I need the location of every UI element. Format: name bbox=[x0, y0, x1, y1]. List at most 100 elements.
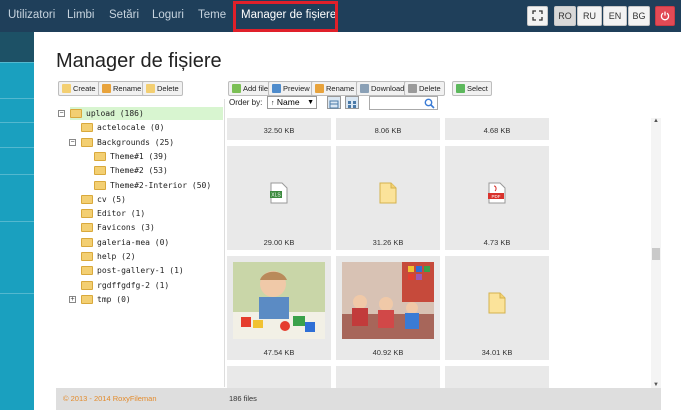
tree-folder-label: galeria-mea (0) bbox=[97, 237, 170, 247]
tree-folder-label: Theme#2-Interior (50) bbox=[110, 180, 212, 190]
create-label: Create bbox=[73, 84, 96, 93]
tree-folder-label: actelocale (0) bbox=[97, 123, 165, 133]
tree-folder-item[interactable]: Theme#2-Interior (50) bbox=[94, 179, 211, 192]
tree-folder-item[interactable]: help (2) bbox=[81, 250, 136, 263]
folder-icon bbox=[81, 237, 93, 247]
expand-plus-icon[interactable]: + bbox=[69, 295, 76, 303]
tree-folder-item[interactable]: Editor (1) bbox=[81, 207, 145, 220]
file-grid: 32.50 KB 8.06 KB 4.68 KB XLS 29.00 KB 31… bbox=[227, 118, 661, 388]
tree-folder-item[interactable]: galeria-mea (0) bbox=[81, 236, 169, 249]
preview-button[interactable]: Preview bbox=[268, 81, 314, 96]
add-file-icon bbox=[232, 84, 241, 93]
download-button[interactable]: Download bbox=[356, 81, 409, 96]
expand-button[interactable] bbox=[527, 6, 548, 26]
tree-folder-item[interactable]: Favicons (3) bbox=[81, 221, 155, 234]
document-file-icon bbox=[379, 182, 397, 204]
file-item[interactable]: 8.06 KB bbox=[336, 118, 440, 140]
file-item[interactable]: 47.54 KB bbox=[227, 256, 331, 360]
file-item[interactable]: 32.50 KB bbox=[227, 118, 331, 140]
footer: © 2013 - 2014 RoxyFileman 186 files bbox=[56, 388, 661, 410]
file-item[interactable]: 40.92 KB bbox=[336, 256, 440, 360]
collapse-minus-icon[interactable]: − bbox=[69, 138, 76, 146]
folder-icon bbox=[81, 137, 93, 147]
file-item[interactable]: 34.01 KB bbox=[445, 256, 549, 360]
file-item[interactable]: 31.26 KB bbox=[336, 146, 440, 250]
add-file-button[interactable]: Add file bbox=[228, 81, 273, 96]
file-size: 34.01 KB bbox=[481, 348, 513, 357]
nav-loguri[interactable]: Loguri bbox=[152, 0, 184, 32]
scroll-thumb[interactable] bbox=[652, 248, 660, 260]
file-item[interactable] bbox=[227, 366, 331, 388]
copyright-text: © 2013 - 2014 RoxyFileman bbox=[63, 394, 157, 403]
file-size: 29.00 KB bbox=[263, 238, 295, 247]
nav-setari[interactable]: Setări bbox=[109, 0, 139, 32]
expand-icon bbox=[532, 10, 543, 21]
chevron-down-icon: ▼ bbox=[307, 99, 314, 106]
photo-child-thumbnail bbox=[233, 262, 325, 339]
file-grid-scrollbar[interactable]: ▲ ▼ bbox=[651, 118, 661, 388]
select-label: Select bbox=[467, 84, 488, 93]
trash-icon bbox=[408, 84, 417, 93]
file-size: 8.06 KB bbox=[374, 126, 402, 135]
list-view-button[interactable] bbox=[327, 96, 341, 109]
tree-folder-item[interactable]: rgdffgdfg-2 (1) bbox=[81, 279, 169, 292]
delete-file-button[interactable]: Delete bbox=[404, 81, 445, 96]
folder-icon bbox=[94, 180, 106, 190]
nav-limbi[interactable]: Limbi bbox=[67, 0, 94, 32]
folder-icon bbox=[94, 151, 106, 161]
thumb-view-icon bbox=[348, 101, 356, 108]
delete-file-label: Delete bbox=[419, 84, 441, 93]
preview-label: Preview bbox=[283, 84, 310, 93]
tree-folder-item[interactable]: cv (5) bbox=[81, 193, 126, 206]
search-input[interactable] bbox=[369, 96, 438, 110]
lang-ru-button[interactable]: RU bbox=[577, 6, 602, 26]
tree-folder-item[interactable]: Theme#2 (53) bbox=[94, 164, 168, 177]
tree-folder-item[interactable]: post-gallery-1 (1) bbox=[81, 264, 184, 277]
tree-folder-label: Backgrounds (25) bbox=[97, 137, 175, 147]
tree-folder-item[interactable]: actelocale (0) bbox=[81, 121, 164, 134]
page-title: Manager de fișiere bbox=[56, 50, 222, 72]
file-item[interactable]: XLS 29.00 KB bbox=[227, 146, 331, 250]
file-count: 186 files bbox=[229, 394, 257, 403]
file-item[interactable] bbox=[445, 366, 549, 388]
preview-icon bbox=[272, 84, 281, 93]
folder-icon bbox=[81, 194, 93, 204]
list-view-icon bbox=[329, 100, 339, 109]
file-item[interactable]: PDF 4.73 KB bbox=[445, 146, 549, 250]
nav-teme[interactable]: Teme bbox=[198, 0, 226, 32]
nav-utilizatori[interactable]: Utilizatori bbox=[8, 0, 55, 32]
power-icon bbox=[660, 11, 670, 21]
tree-folder-item[interactable]: tmp (0) bbox=[81, 293, 131, 306]
file-item[interactable]: 4.68 KB bbox=[445, 118, 549, 140]
tree-folder-item[interactable]: Theme#1 (39) bbox=[94, 150, 168, 163]
select-button[interactable]: Select bbox=[452, 81, 492, 96]
file-item[interactable] bbox=[336, 366, 440, 388]
tree-folder-label: help (2) bbox=[97, 252, 136, 261]
xls-file-icon: XLS bbox=[270, 182, 288, 204]
order-by-select[interactable]: ↑ Name ▼ bbox=[267, 96, 317, 109]
create-folder-button[interactable]: Create bbox=[58, 81, 100, 96]
collapse-minus-icon[interactable]: − bbox=[58, 110, 65, 117]
lang-bg-button[interactable]: BG bbox=[628, 6, 650, 26]
rename-folder-button[interactable]: Rename bbox=[98, 81, 146, 96]
lang-en-button[interactable]: EN bbox=[603, 6, 627, 26]
file-size: 40.92 KB bbox=[372, 348, 404, 357]
delete-folder-button[interactable]: Delete bbox=[142, 81, 183, 96]
power-button[interactable] bbox=[655, 6, 675, 26]
tree-folder-item[interactable]: upload (186) bbox=[70, 107, 223, 120]
folder-add-icon bbox=[62, 84, 71, 93]
folder-icon bbox=[81, 209, 93, 219]
rename-file-button[interactable]: Rename bbox=[311, 81, 359, 96]
thumb-view-button[interactable] bbox=[345, 96, 359, 109]
file-size: 4.73 KB bbox=[483, 238, 511, 247]
file-size: 4.68 KB bbox=[483, 126, 511, 135]
tree-folder-item[interactable]: Backgrounds (25) bbox=[81, 136, 174, 149]
folder-icon bbox=[94, 166, 106, 176]
svg-text:PDF: PDF bbox=[492, 194, 501, 199]
lang-ro-button[interactable]: RO bbox=[554, 6, 576, 26]
order-by-value: Name bbox=[276, 97, 300, 107]
check-icon bbox=[456, 84, 465, 93]
pdf-file-icon: PDF bbox=[488, 182, 506, 204]
svg-text:XLS: XLS bbox=[271, 193, 281, 199]
rename-file-label: Rename bbox=[326, 84, 355, 93]
